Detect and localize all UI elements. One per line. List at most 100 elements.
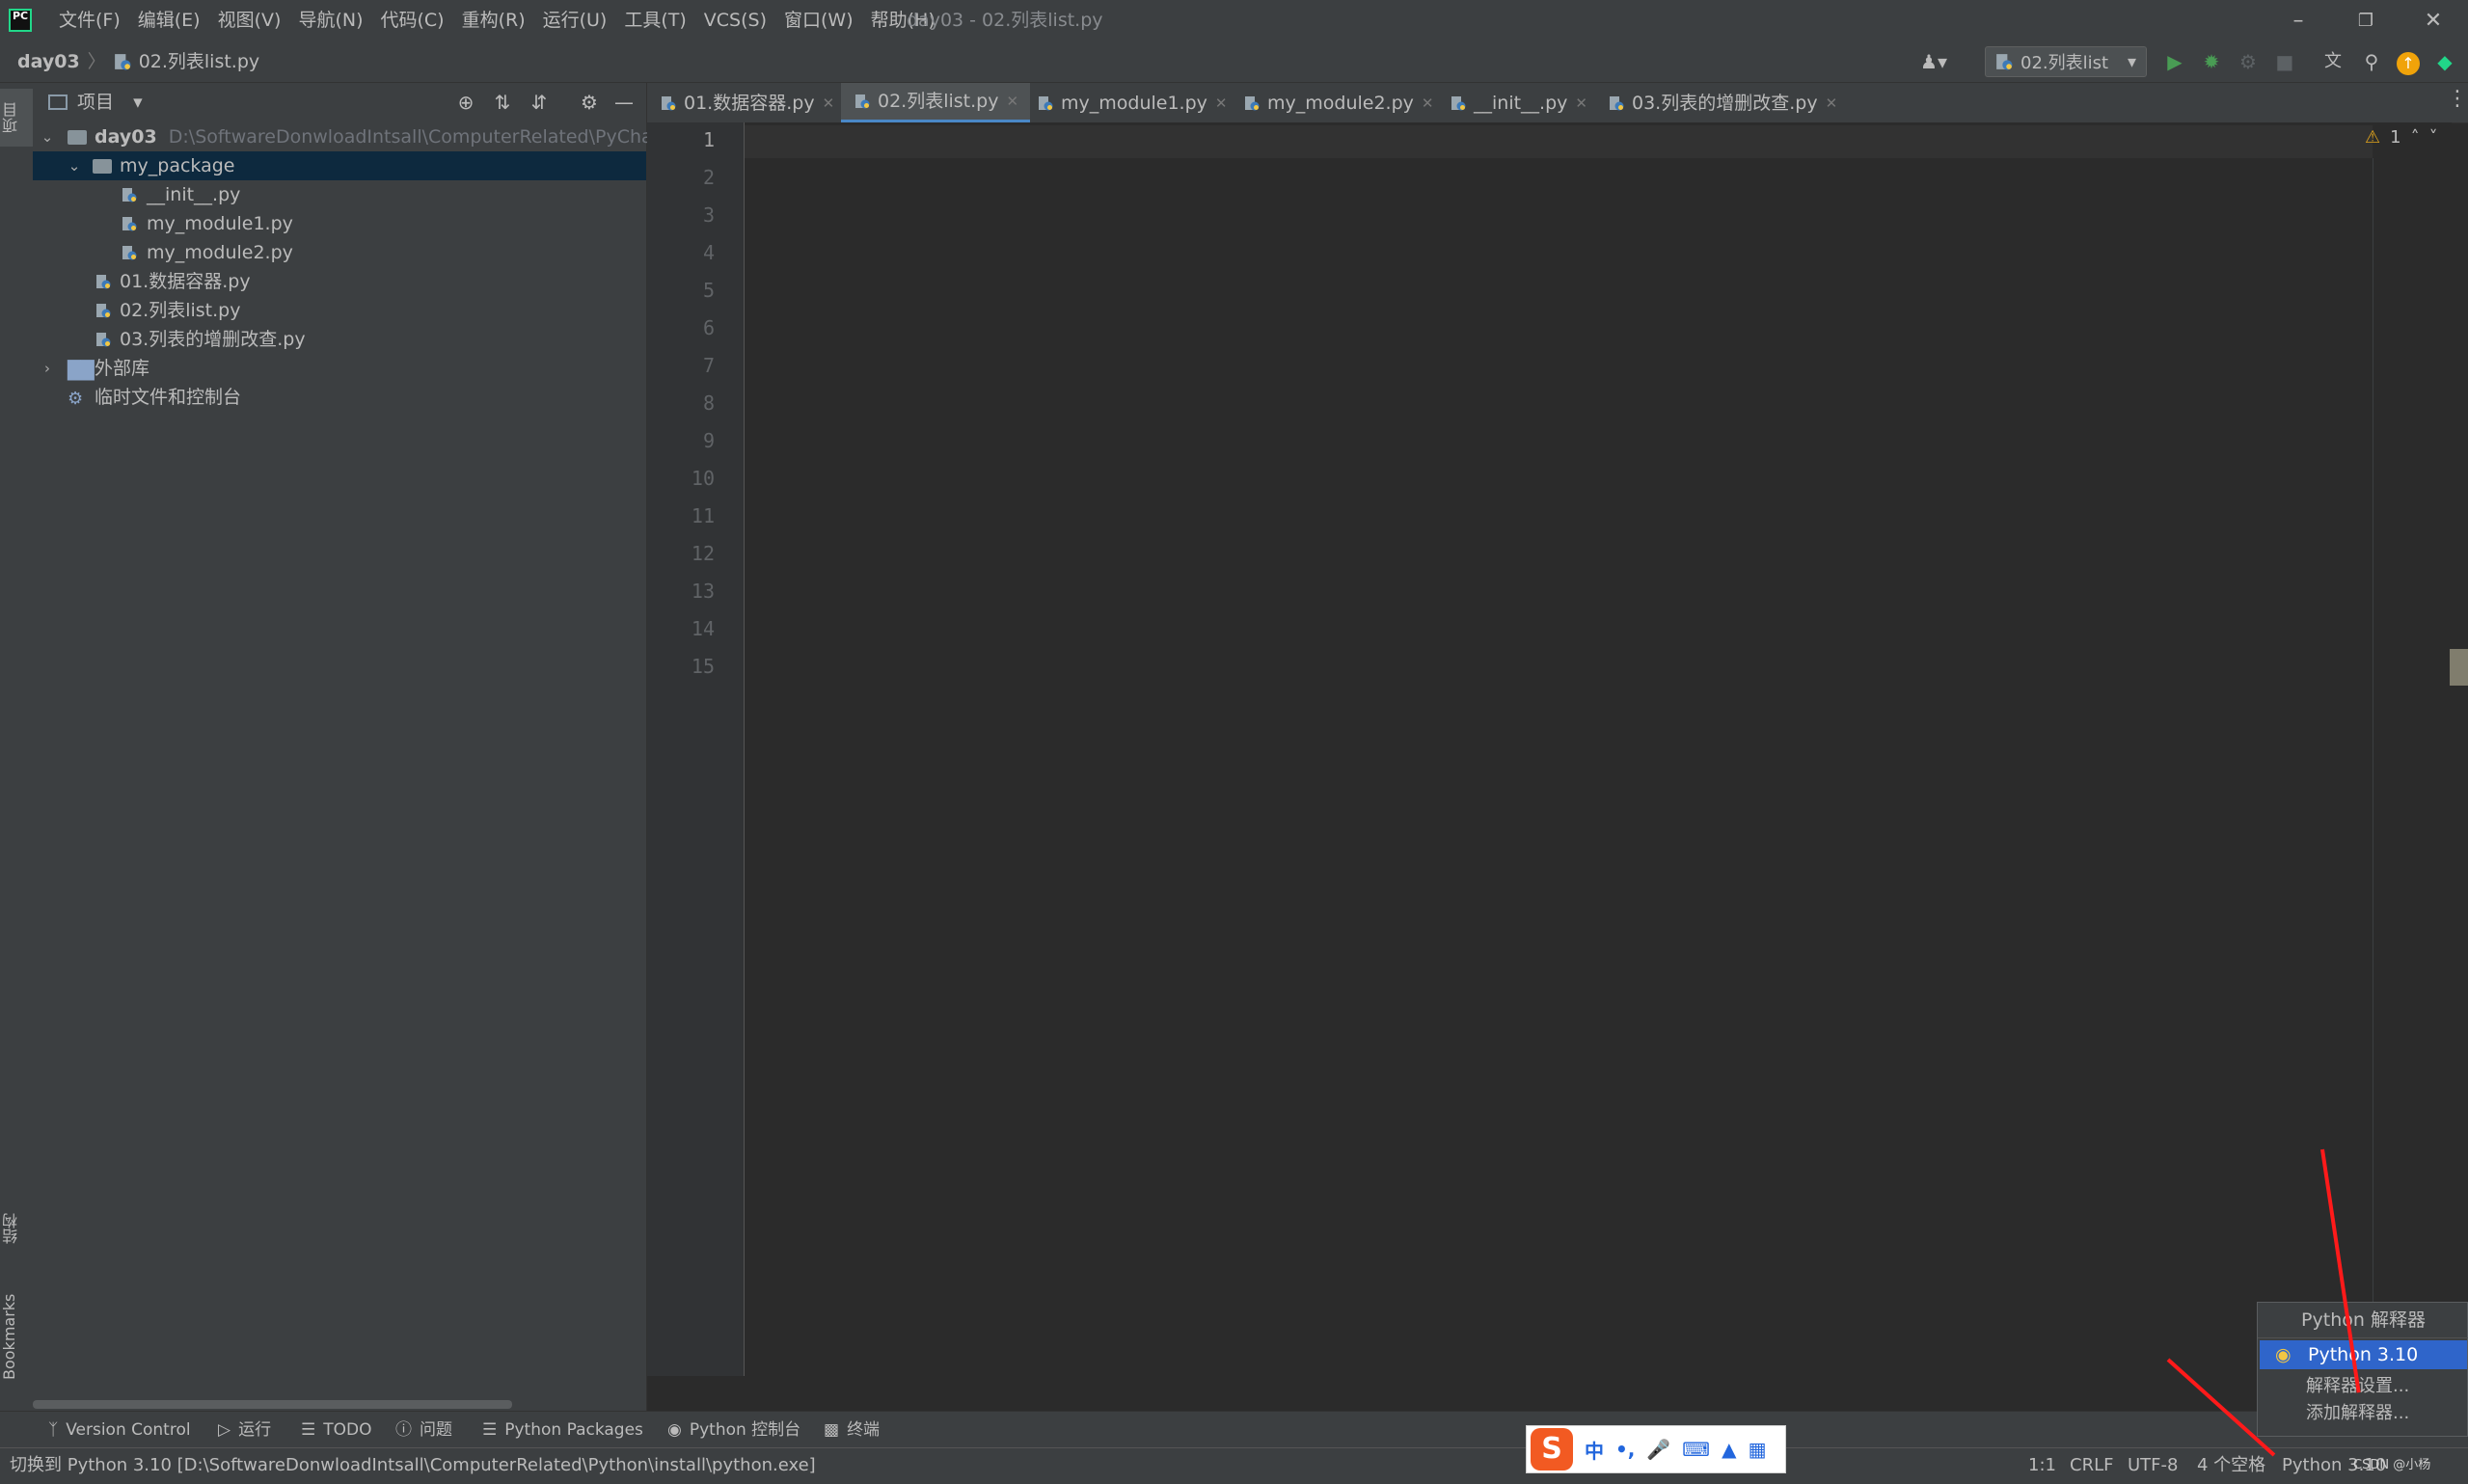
search-icon[interactable]: ⚲: [2357, 47, 2386, 76]
tree-item-file[interactable]: my_module1.py: [33, 209, 646, 238]
plugin-icon[interactable]: ◆: [2430, 47, 2459, 76]
editor-tab[interactable]: 03.列表的增删改查.py ✕: [1595, 83, 1849, 122]
editor-tab[interactable]: my_module1.py ✕: [1024, 83, 1238, 122]
tree-label: 03.列表的增删改查.py: [120, 329, 306, 350]
interpreter-settings-item[interactable]: 解释器设置...: [2258, 1373, 2468, 1400]
tool-terminal[interactable]: ▩ 终端: [824, 1412, 880, 1448]
skin-icon[interactable]: ▲: [1722, 1438, 1736, 1461]
close-icon[interactable]: ✕: [1826, 84, 1838, 122]
menu-refactor[interactable]: 重构(R): [453, 0, 534, 41]
close-icon[interactable]: ✕: [823, 84, 835, 122]
python-file-icon: [122, 217, 137, 231]
debug-icon[interactable]: ✹: [2197, 47, 2226, 76]
expand-all-icon[interactable]: ⇅: [488, 88, 517, 117]
tree-item-root[interactable]: ⌄ day03 D:\SoftwareDonwloadIntsall\Compu…: [33, 122, 707, 151]
close-window-button[interactable]: ✕: [2403, 0, 2463, 41]
run-configuration-select[interactable]: 02.列表list ▾: [1985, 46, 2147, 77]
translate-icon[interactable]: 文: [2319, 47, 2347, 76]
breadcrumb-file[interactable]: 02.列表list.py: [139, 41, 259, 82]
collapse-all-icon[interactable]: ⇵: [525, 88, 554, 117]
breadcrumb-project[interactable]: day03: [17, 41, 80, 82]
tool-version-control[interactable]: ᛉ Version Control: [48, 1412, 191, 1448]
run-config-label: 02.列表list: [2021, 53, 2109, 73]
popup-item-selected[interactable]: ◉ Python 3.10: [2260, 1340, 2467, 1369]
project-tool-tab[interactable]: 项目: [0, 89, 33, 147]
editor-tab[interactable]: __init__.py ✕: [1437, 83, 1599, 122]
menu-view[interactable]: 视图(V): [209, 0, 290, 41]
user-account-icon[interactable]: ♟▾: [1919, 47, 1948, 76]
tree-item-scratches[interactable]: ⚙ 临时文件和控制台: [33, 383, 646, 412]
chevron-down-icon[interactable]: ˅: [2429, 127, 2438, 148]
status-message: 切换到 Python 3.10 [D:\SoftwareDonwloadInts…: [10, 1455, 816, 1475]
menu-file[interactable]: 文件(F): [50, 0, 129, 41]
tab-label: 01.数据容器.py: [684, 92, 815, 114]
close-icon[interactable]: ✕: [1422, 84, 1434, 122]
menu-edit[interactable]: 编辑(E): [129, 0, 209, 41]
menu-window[interactable]: 窗口(W): [775, 0, 862, 41]
ime-punctuation[interactable]: •,: [1615, 1438, 1635, 1461]
line-number: 4: [702, 241, 715, 264]
tree-item-package[interactable]: ⌄ my_package: [33, 151, 646, 180]
hide-panel-icon[interactable]: —: [610, 88, 638, 117]
code-editor[interactable]: [745, 122, 2452, 1376]
gear-icon[interactable]: ⚙: [575, 88, 604, 117]
python-file-icon: [122, 246, 137, 260]
more-tabs-icon[interactable]: ⋮: [2447, 87, 2468, 111]
ime-mode[interactable]: 中: [1585, 1436, 1604, 1464]
editor-tab-bar: 01.数据容器.py ✕ 02.列表list.py ✕ my_module1.p…: [647, 83, 2468, 123]
tool-run[interactable]: ▷ 运行: [218, 1412, 271, 1448]
tool-problems[interactable]: ⓘ 问题: [395, 1412, 452, 1448]
line-number-gutter: 1 2 3 4 5 6 7 8 9 10 11 12 13 14 15: [647, 122, 745, 1376]
toolbox-icon[interactable]: ▦: [1749, 1438, 1767, 1461]
bookmarks-tool-tab[interactable]: Bookmarks: [0, 1279, 33, 1394]
close-icon[interactable]: ✕: [1215, 84, 1228, 122]
minimize-button[interactable]: –: [2268, 0, 2328, 41]
update-icon[interactable]: ↑: [2394, 47, 2423, 76]
sogou-logo-icon[interactable]: S: [1531, 1428, 1573, 1471]
menu-navigate[interactable]: 导航(N): [289, 0, 371, 41]
project-panel-title[interactable]: 项目 ▾: [77, 83, 143, 121]
coverage-icon[interactable]: ⚙: [2234, 47, 2263, 76]
tool-todo[interactable]: ☰ TODO: [301, 1412, 372, 1448]
chevron-up-icon[interactable]: ˄: [2411, 127, 2420, 148]
menu-code[interactable]: 代码(C): [371, 0, 452, 41]
editor-tab[interactable]: my_module2.py ✕: [1231, 83, 1445, 122]
horizontal-scrollbar[interactable]: [33, 1400, 512, 1409]
locate-icon[interactable]: ⊕: [451, 88, 480, 117]
menu-run[interactable]: 运行(U): [534, 0, 616, 41]
editor-tab[interactable]: 01.数据容器.py ✕: [647, 83, 846, 122]
tree-item-file[interactable]: 01.数据容器.py: [33, 267, 646, 296]
restore-button[interactable]: ❐: [2336, 0, 2396, 41]
menu-vcs[interactable]: VCS(S): [695, 0, 775, 41]
tree-item-file[interactable]: 03.列表的增删改查.py: [33, 325, 646, 354]
structure-tool-tab[interactable]: 结构: [0, 1200, 33, 1257]
microphone-icon[interactable]: 🎤: [1646, 1438, 1670, 1461]
menu-tools[interactable]: 工具(T): [615, 0, 694, 41]
tree-item-external-libs[interactable]: › ██ 外部库: [33, 354, 646, 383]
tool-python-packages[interactable]: ☰ Python Packages: [482, 1412, 643, 1448]
tree-item-file[interactable]: __init__.py: [33, 180, 646, 209]
add-interpreter-item[interactable]: 添加解释器...: [2258, 1400, 2468, 1427]
close-icon[interactable]: ✕: [1575, 84, 1587, 122]
status-caret-position[interactable]: 1:1: [2028, 1448, 2056, 1483]
inspection-widget[interactable]: ⚠ 1 ˄ ˅: [2365, 127, 2438, 148]
close-icon[interactable]: ✕: [1006, 82, 1018, 121]
status-indent[interactable]: 4 个空格: [2197, 1448, 2265, 1483]
python-file-icon: [122, 188, 137, 202]
keyboard-icon[interactable]: ⌨: [1682, 1438, 1710, 1461]
scrollbar-marker[interactable]: [2450, 649, 2468, 686]
editor-tab-active[interactable]: 02.列表list.py ✕: [841, 82, 1031, 122]
tree-item-file[interactable]: my_module2.py: [33, 238, 646, 267]
tool-python-console[interactable]: ◉ Python 控制台: [667, 1412, 800, 1448]
line-number: 14: [691, 617, 715, 640]
tree-label: __init__.py: [147, 184, 241, 205]
line-number: 12: [691, 542, 715, 565]
status-line-separator[interactable]: CRLF: [2070, 1448, 2113, 1483]
line-number: 8: [702, 391, 715, 415]
run-icon[interactable]: ▶: [2160, 47, 2189, 76]
tree-item-file[interactable]: 02.列表list.py: [33, 296, 646, 325]
popup-item-label: Python 3.10: [2308, 1344, 2419, 1365]
stop-icon[interactable]: ■: [2270, 47, 2299, 76]
status-encoding[interactable]: UTF-8: [2128, 1448, 2178, 1483]
breadcrumb: day03 〉 02.列表list.py: [17, 41, 259, 82]
